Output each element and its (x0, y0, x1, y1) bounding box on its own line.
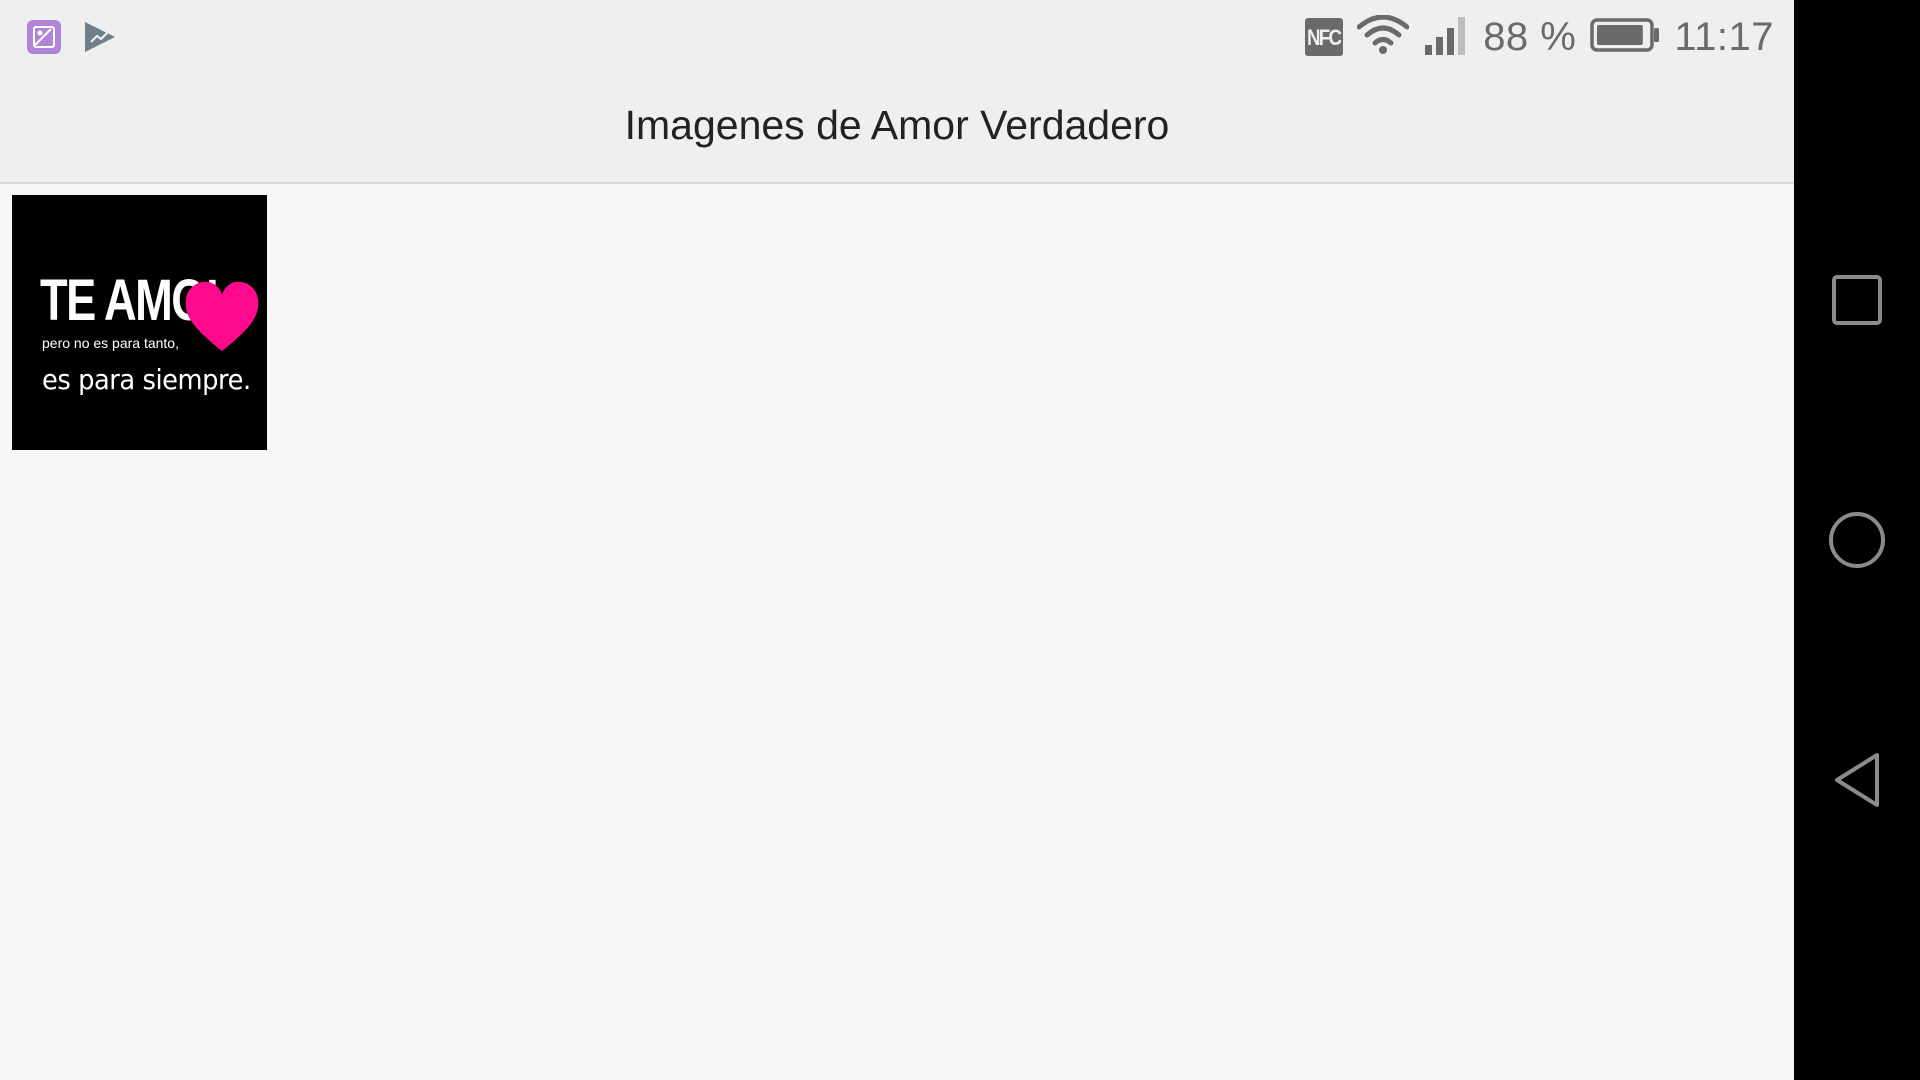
play-store-icon (83, 20, 117, 54)
wifi-icon (1356, 14, 1410, 60)
heart-icon (182, 277, 262, 355)
cell-signal-icon (1423, 15, 1469, 60)
nfc-icon: NFC (1305, 18, 1344, 56)
battery-fill (1597, 24, 1644, 45)
page-title: Imagenes de Amor Verdadero (624, 102, 1170, 148)
thumbnail-small-text: pero no es para tanto, (42, 335, 179, 351)
image-thumbnail[interactable]: TE AMO! pero no es para tanto, es para s… (12, 195, 267, 450)
navigation-bar (1794, 0, 1920, 1080)
battery-percent: 88 % (1483, 14, 1577, 59)
image-grid: TE AMO! pero no es para tanto, es para s… (0, 184, 1794, 1080)
clock: 11:17 (1674, 14, 1774, 59)
recents-icon[interactable] (1822, 265, 1892, 335)
app-bar: Imagenes de Amor Verdadero (0, 72, 1794, 184)
battery-icon (1590, 17, 1660, 58)
status-bar: NFC 88 % 11:17 (0, 0, 1794, 72)
home-icon[interactable] (1822, 505, 1892, 575)
status-icons: NFC 88 % 11:17 (1305, 12, 1774, 62)
back-icon[interactable] (1822, 745, 1892, 815)
app-screen: NFC 88 % 11:17 Imagenes de Amor Verdader… (0, 0, 1794, 1080)
gallery-app-icon (27, 20, 61, 54)
thumbnail-script-text: es para siempre. (42, 363, 251, 396)
